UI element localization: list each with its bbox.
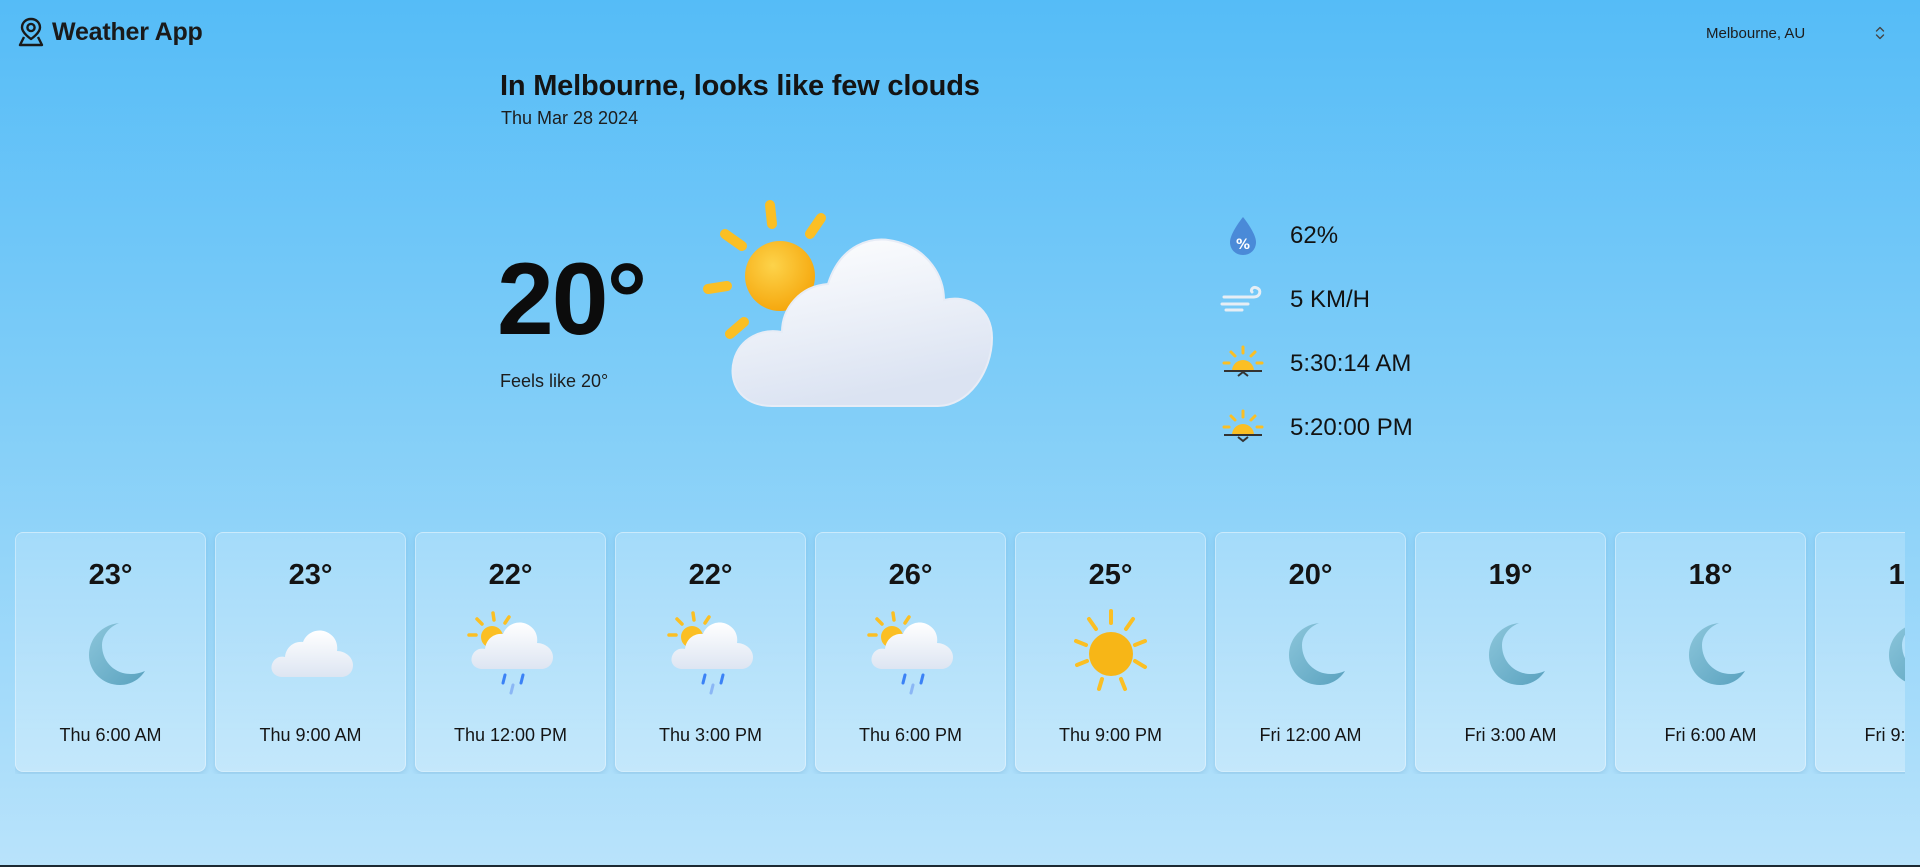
current-date: Thu Mar 28 2024 xyxy=(501,108,639,128)
forecast-time: Fri 3:00 AM xyxy=(1464,725,1557,745)
forecast-time: Thu 3:00 PM xyxy=(658,725,763,745)
humidity-drop-icon: % xyxy=(1218,211,1268,261)
app-title: Weather App xyxy=(52,17,203,46)
forecast-time: Fri 9:00 AM xyxy=(1864,725,1905,745)
forecast-temperature: 26° xyxy=(888,559,933,591)
sunset-value: 5:20:00 PM xyxy=(1290,414,1413,441)
forecast-time: Thu 9:00 AM xyxy=(259,725,362,745)
moon-icon xyxy=(1861,609,1905,699)
humidity-value: 62% xyxy=(1290,222,1339,249)
forecast-card[interactable]: 23° Thu 6:00 AM xyxy=(15,532,206,772)
sun-cloud-rain-icon xyxy=(661,609,761,699)
moon-icon xyxy=(61,609,161,699)
chevron-up-down-icon xyxy=(1874,24,1886,42)
forecast-card[interactable]: 20° Fri 12:00 AM xyxy=(1215,532,1406,772)
moon-icon xyxy=(1261,609,1361,699)
sun-behind-cloud-icon xyxy=(700,196,1000,412)
forecast-temperature: 22° xyxy=(488,559,533,591)
forecast-temperature: 25° xyxy=(1088,559,1133,591)
app-header: Weather App Melbourne, AU xyxy=(0,0,1920,66)
sun-cloud-rain-icon xyxy=(461,609,561,699)
sun-cloud-rain-icon xyxy=(861,609,961,699)
forecast-temperature: 23° xyxy=(288,559,333,591)
hourly-forecast[interactable]: 23° Thu 6:00 AM 23° Thu 9:00 AM 22° Thu 12… xyxy=(15,532,1905,774)
forecast-time: Thu 9:00 PM xyxy=(1058,725,1163,745)
feels-like: Feels like 20° xyxy=(500,371,609,391)
stat-sunset: 5:20:00 PM xyxy=(1218,396,1413,460)
brand: Weather App xyxy=(16,16,203,48)
wind-icon xyxy=(1218,275,1268,325)
forecast-time: Thu 6:00 PM xyxy=(858,725,963,745)
moon-icon xyxy=(1461,609,1561,699)
forecast-temperature: 18° xyxy=(1888,559,1905,591)
stat-sunrise: 5:30:14 AM xyxy=(1218,332,1413,396)
wind-value: 5 KM/H xyxy=(1290,286,1371,313)
forecast-card[interactable]: 26° Thu 6:00 PM xyxy=(815,532,1006,772)
forecast-time: Fri 6:00 AM xyxy=(1664,725,1757,745)
stat-wind: 5 KM/H xyxy=(1218,268,1413,332)
forecast-temperature: 19° xyxy=(1488,559,1533,591)
cloud-icon xyxy=(261,609,361,699)
forecast-temperature: 22° xyxy=(688,559,733,591)
forecast-time: Fri 12:00 AM xyxy=(1259,725,1362,745)
forecast-temperature: 18° xyxy=(1688,559,1733,591)
forecast-card[interactable]: 18° Fri 6:00 AM xyxy=(1615,532,1806,772)
svg-text:%: % xyxy=(1236,237,1250,253)
stat-humidity: % 62% xyxy=(1218,204,1413,268)
forecast-temperature: 20° xyxy=(1288,559,1333,591)
moon-icon xyxy=(1661,609,1761,699)
weather-stats: % 62% 5 KM/H 5:30:14 AM 5:20:00 PM xyxy=(1218,204,1413,460)
forecast-temperature: 23° xyxy=(88,559,133,591)
map-pin-user-icon xyxy=(16,16,46,48)
sunset-icon xyxy=(1218,403,1268,453)
forecast-card[interactable]: 25° Thu 9:00 PM xyxy=(1015,532,1206,772)
forecast-card[interactable]: 19° Fri 3:00 AM xyxy=(1415,532,1606,772)
forecast-card[interactable]: 18° Fri 9:00 AM xyxy=(1815,532,1905,772)
sunrise-icon xyxy=(1218,339,1268,389)
current-temperature: 20° xyxy=(497,242,647,356)
sun-icon xyxy=(1061,609,1161,699)
weather-headline: In Melbourne, looks like few clouds xyxy=(500,70,980,102)
forecast-time: Thu 6:00 AM xyxy=(59,725,162,745)
forecast-time: Thu 12:00 PM xyxy=(453,725,568,745)
location-select-value: Melbourne, AU xyxy=(1706,24,1806,42)
forecast-card[interactable]: 23° Thu 9:00 AM xyxy=(215,532,406,772)
location-select[interactable]: Melbourne, AU xyxy=(1706,19,1886,47)
sunrise-value: 5:30:14 AM xyxy=(1290,350,1412,377)
forecast-card[interactable]: 22° Thu 12:00 PM xyxy=(415,532,606,772)
forecast-card[interactable]: 22° Thu 3:00 PM xyxy=(615,532,806,772)
